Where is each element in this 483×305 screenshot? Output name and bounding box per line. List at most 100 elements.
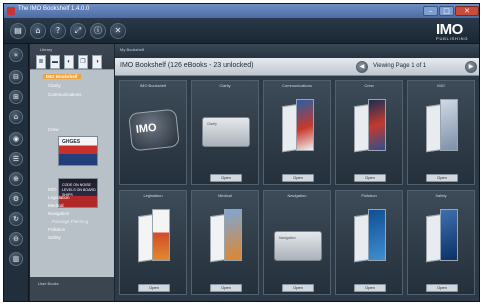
page-indicator: Viewing Page 1 of 1 bbox=[373, 63, 427, 69]
book-tile[interactable]: Legislation Open bbox=[119, 190, 187, 295]
open-book-button[interactable]: Open bbox=[138, 284, 170, 292]
fullscreen-icon[interactable]: ⤢ bbox=[70, 23, 86, 39]
open-book-button[interactable]: Open bbox=[354, 174, 386, 182]
maximize-button[interactable]: □ bbox=[439, 6, 454, 16]
book-tile[interactable]: Pollution Open bbox=[335, 190, 403, 295]
ghg-thumb-title: GHGES bbox=[62, 139, 81, 145]
library-header-label: Library bbox=[40, 47, 53, 52]
library-home-icon[interactable]: ⌂ bbox=[9, 110, 23, 124]
imo-badge-icon: IMO bbox=[128, 108, 180, 152]
folder-label: Clarity bbox=[207, 122, 217, 126]
side-rail: « ⊟ ⊞ ⌂ ◉ ☰ ⊕ ⚙ ↻ ⊖ ▥ bbox=[4, 44, 29, 301]
user-books-label: User Books bbox=[38, 281, 59, 286]
open-book-button[interactable]: Open bbox=[282, 284, 314, 292]
book-tile[interactable]: Medical Open bbox=[191, 190, 259, 295]
folder-front-cover bbox=[368, 99, 386, 151]
book-tile[interactable]: Clarity Clarity Open bbox=[191, 80, 259, 185]
user-books-panel: User Books bbox=[30, 277, 114, 301]
open-book-button[interactable]: Open bbox=[426, 174, 458, 182]
folder-front-cover bbox=[440, 99, 458, 151]
library-panel: Library ≣ ▬ ◐ ❐ ◑ IMO Bookshelf Clarity … bbox=[30, 44, 114, 301]
sync-icon[interactable]: ◑ bbox=[92, 55, 102, 69]
open-folder-icon bbox=[138, 209, 170, 263]
minimize-button[interactable]: – bbox=[423, 6, 438, 16]
main-toolbar: ▤ ⌂ ? ⤢ ⓘ ✕ IMO PUBLISHING bbox=[4, 18, 479, 44]
tree-item-legislation[interactable]: Legislation bbox=[48, 195, 70, 200]
open-book-button[interactable]: Open bbox=[354, 284, 386, 292]
help-icon[interactable]: ? bbox=[50, 23, 66, 39]
book-tile-label: Clarity bbox=[219, 83, 231, 88]
tree-item-communications[interactable]: Communications bbox=[48, 92, 82, 97]
folder-icon: Navigation bbox=[274, 231, 322, 261]
open-book-button[interactable]: Open bbox=[210, 284, 242, 292]
info-icon[interactable]: ⓘ bbox=[90, 23, 106, 39]
bookshelf-main: My Bookshelf IMO Bookshelf (126 eBooks -… bbox=[115, 44, 479, 301]
ghg-book-thumbnail[interactable]: GHGES bbox=[58, 136, 98, 166]
collapse-all-icon[interactable]: ⊟ bbox=[9, 70, 23, 84]
home-icon[interactable]: ⌂ bbox=[30, 23, 46, 39]
open-book-button[interactable]: Open bbox=[210, 174, 242, 182]
open-book-button[interactable]: Open bbox=[282, 174, 314, 182]
book-tile[interactable]: IMO Open bbox=[407, 80, 475, 185]
book-tile-label: Medical bbox=[218, 193, 232, 198]
tree-item-passage-planning[interactable]: Passage Planning bbox=[52, 219, 88, 224]
imo-publishing-logo: IMO PUBLISHING bbox=[436, 21, 478, 43]
title-bar: The IMO Bookshelf 1.4.0.0 – □ ✕ bbox=[4, 4, 479, 18]
exit-icon[interactable]: ✕ bbox=[110, 23, 126, 39]
book-icon[interactable]: ≣ bbox=[36, 55, 46, 69]
book-tile-label: IMO Bookshelf bbox=[139, 83, 167, 88]
tree-item-medical[interactable]: Medical bbox=[48, 203, 64, 208]
library-tree: IMO Bookshelf Clarity Communications GHG… bbox=[30, 69, 114, 277]
open-folder-icon bbox=[210, 209, 242, 263]
folder-front-cover bbox=[368, 209, 386, 261]
folder-front-cover bbox=[440, 209, 458, 261]
open-folder-icon bbox=[354, 209, 386, 263]
menu-icon[interactable]: ▤ bbox=[10, 23, 26, 39]
collapse-icon[interactable]: « bbox=[9, 48, 23, 62]
copy-icon[interactable]: ❐ bbox=[78, 55, 88, 69]
book-tile[interactable]: Safety Open bbox=[407, 190, 475, 295]
book-tile-label: Crew bbox=[364, 83, 374, 88]
open-folder-icon bbox=[426, 99, 458, 153]
tree-item-safety[interactable]: Safety bbox=[48, 235, 61, 240]
book-tile[interactable]: Navigation Navigation Open bbox=[263, 190, 331, 295]
expand-all-icon[interactable]: ⊞ bbox=[9, 90, 23, 104]
tree-item-imo-bookshelf[interactable]: IMO Bookshelf bbox=[43, 74, 81, 79]
open-book-button[interactable]: Open bbox=[426, 284, 458, 292]
book-tile[interactable]: Crew Open bbox=[335, 80, 403, 185]
main-header: My Bookshelf bbox=[115, 44, 479, 58]
camera-icon[interactable]: ◉ bbox=[9, 132, 23, 146]
prev-page-icon[interactable]: ◀ bbox=[356, 61, 368, 73]
settings-icon[interactable]: ⚙ bbox=[9, 192, 23, 206]
close-window-button[interactable]: ✕ bbox=[455, 6, 479, 16]
book-tile[interactable]: Communications Open bbox=[263, 80, 331, 185]
book-tile[interactable]: IMO Bookshelf IMO bbox=[119, 80, 187, 185]
tree-item-navigation[interactable]: Navigation bbox=[48, 211, 69, 216]
next-page-icon[interactable]: ▶ bbox=[465, 61, 477, 73]
globe-icon[interactable]: ◐ bbox=[64, 55, 74, 69]
open-folder-icon bbox=[354, 99, 386, 153]
tree-item-imo[interactable]: IMO bbox=[48, 187, 57, 192]
window-title: The IMO Bookshelf 1.4.0.0 bbox=[18, 6, 90, 12]
tree-item-clarity[interactable]: Clarity bbox=[48, 83, 61, 88]
remove-icon[interactable]: ⊖ bbox=[9, 232, 23, 246]
folder-label: Navigation bbox=[279, 236, 296, 240]
book-tile-label: Communications bbox=[282, 83, 312, 88]
list-icon[interactable]: ☰ bbox=[9, 152, 23, 166]
shelf-icon[interactable]: ▬ bbox=[50, 55, 60, 69]
book-tile-label: IMO bbox=[437, 83, 445, 88]
code-on-noise-thumbnail[interactable]: CODE ON NOISE LEVELS ON BOARD SHIPS bbox=[58, 178, 98, 208]
folder-front-cover bbox=[152, 209, 170, 261]
book-tile-label: Legislation bbox=[143, 193, 163, 198]
bookshelf-icon[interactable]: ▥ bbox=[9, 252, 23, 266]
tree-item-crew[interactable]: Crew bbox=[48, 127, 59, 132]
app-icon bbox=[7, 7, 15, 15]
folder-icon: Clarity bbox=[202, 117, 250, 147]
add-icon[interactable]: ⊕ bbox=[9, 172, 23, 186]
tree-item-pollution[interactable]: Pollution bbox=[48, 227, 65, 232]
refresh-icon[interactable]: ↻ bbox=[9, 212, 23, 226]
folder-front-cover bbox=[296, 99, 314, 151]
book-tile-label: Pollution bbox=[361, 193, 377, 198]
badge-text: IMO bbox=[135, 121, 158, 136]
book-grid: IMO Bookshelf IMO Clarity Clarity Open Commun… bbox=[119, 80, 477, 300]
